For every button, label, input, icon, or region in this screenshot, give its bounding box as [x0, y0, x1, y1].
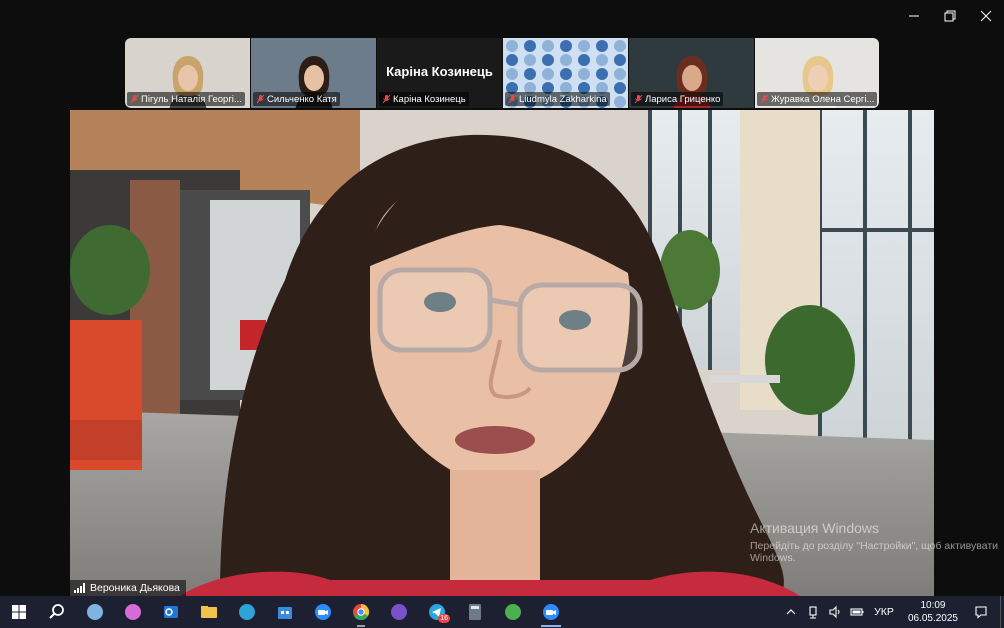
taskbar-zoom-button[interactable] — [304, 596, 342, 628]
show-desktop-button[interactable] — [1000, 596, 1004, 628]
taskbar-search-button[interactable] — [38, 596, 76, 628]
participant-name: Журавка Олена Сергі... — [771, 93, 875, 105]
taskbar-outlook-button[interactable] — [152, 596, 190, 628]
taskbar-copilot-button[interactable] — [114, 596, 152, 628]
participant-name: Пігуль Наталія Георгі... — [141, 93, 242, 105]
system-tray: УКР 10:09 06.05.2025 — [780, 596, 1004, 628]
participant-name: Каріна Козинець — [393, 93, 466, 105]
mic-muted-icon — [130, 94, 139, 104]
participant-name-bar: Каріна Козинець — [379, 92, 469, 106]
taskbar-utorrent-button[interactable] — [494, 596, 532, 628]
clock[interactable]: 10:09 06.05.2025 — [900, 599, 966, 625]
participant-tile[interactable]: Сильченко Катя — [251, 38, 376, 108]
start-icon — [12, 605, 26, 619]
mic-muted-icon — [256, 94, 265, 104]
taskbar-store-button[interactable] — [266, 596, 304, 628]
volume-icon — [829, 605, 840, 619]
mic-muted-icon — [508, 94, 517, 104]
windows-activation-watermark: Активация Windows Перейдіть до розділу "… — [750, 520, 1004, 564]
zoom-meeting-icon — [543, 604, 559, 620]
notification-center-button[interactable] — [966, 596, 996, 628]
app-feather-icon — [87, 604, 103, 620]
participant-name-bar: Журавка Олена Сергі... — [757, 92, 878, 106]
speaker-name-label: Вероника Дьякова — [70, 580, 186, 596]
participant-tile[interactable]: Лариса Гриценко — [629, 38, 754, 108]
edge-icon — [239, 604, 255, 620]
taskbar-chrome-button[interactable] — [342, 596, 380, 628]
taskbar-file-explorer-button[interactable] — [190, 596, 228, 628]
taskbar-viber-button[interactable] — [380, 596, 418, 628]
utorrent-icon — [505, 604, 521, 620]
participant-strip: Пігуль Наталія Георгі... Сильченко Катя Ка… — [125, 38, 879, 108]
participant-name: Сильченко Катя — [267, 93, 337, 105]
battery-icon — [850, 608, 864, 616]
taskbar-pinned-apps: 16 — [0, 596, 570, 628]
participant-display-name: Каріна Козинець — [386, 64, 493, 79]
input-language-button[interactable]: УКР — [868, 596, 900, 628]
taskbar-telegram-button[interactable]: 16 — [418, 596, 456, 628]
participant-name-bar: Сильченко Катя — [253, 92, 340, 106]
clock-time: 10:09 — [920, 600, 946, 611]
participant-tile[interactable]: Liudmyla Zakharkina — [503, 38, 628, 108]
calculator-icon — [469, 604, 481, 620]
chrome-icon — [353, 603, 370, 621]
close-button[interactable] — [968, 0, 1004, 32]
unread-badge: 16 — [438, 614, 450, 623]
connection-signal-icon — [74, 583, 85, 593]
store-icon — [278, 607, 292, 619]
participant-name-bar: Liudmyla Zakharkina — [505, 92, 610, 106]
minimize-button[interactable] — [896, 0, 932, 32]
activation-subtitle: Перейдіть до розділу "Настройки", щоб ак… — [750, 540, 999, 564]
participant-name: Liudmyla Zakharkina — [519, 93, 607, 105]
participant-tile[interactable]: Каріна Козинець Каріна Козинець — [377, 38, 502, 108]
participant-tile[interactable]: Пігуль Наталія Георгі... — [125, 38, 250, 108]
taskbar-app-feather-button[interactable] — [76, 596, 114, 628]
notification-icon — [975, 606, 987, 619]
outlook-icon — [164, 606, 178, 618]
window-controls — [896, 0, 1004, 32]
participant-name-bar: Пігуль Наталія Георгі... — [127, 92, 245, 106]
file-explorer-icon — [201, 606, 217, 618]
participant-name-bar: Лариса Гриценко — [631, 92, 724, 106]
viber-icon — [391, 604, 407, 620]
clock-date: 06.05.2025 — [907, 613, 958, 624]
taskbar-start-button[interactable] — [0, 596, 38, 628]
chevron-up-icon — [786, 609, 796, 615]
participant-name: Лариса Гриценко — [645, 93, 721, 105]
mic-muted-icon — [382, 94, 391, 104]
search-icon — [49, 604, 64, 619]
mic-muted-icon — [760, 94, 769, 104]
mic-muted-icon — [634, 94, 643, 104]
participant-tile[interactable]: Журавка Олена Сергі... — [755, 38, 879, 108]
network-icon — [809, 606, 817, 619]
taskbar: 16 УКР 10:09 06.05.2025 — [0, 596, 1004, 628]
volume-button[interactable] — [824, 596, 846, 628]
close-icon — [980, 10, 992, 22]
activation-title: Активация Windows — [750, 520, 880, 536]
restore-icon — [944, 10, 956, 22]
taskbar-calculator-button[interactable] — [456, 596, 494, 628]
network-button[interactable] — [802, 596, 824, 628]
restore-button[interactable] — [932, 0, 968, 32]
tray-overflow-button[interactable] — [780, 596, 802, 628]
zoom-icon — [315, 604, 331, 620]
battery-button[interactable] — [846, 596, 868, 628]
copilot-icon — [125, 604, 141, 620]
taskbar-edge-button[interactable] — [228, 596, 266, 628]
taskbar-zoom-meeting-button[interactable] — [532, 596, 570, 628]
minimize-icon — [909, 15, 919, 17]
speaker-name: Вероника Дьякова — [90, 582, 180, 594]
